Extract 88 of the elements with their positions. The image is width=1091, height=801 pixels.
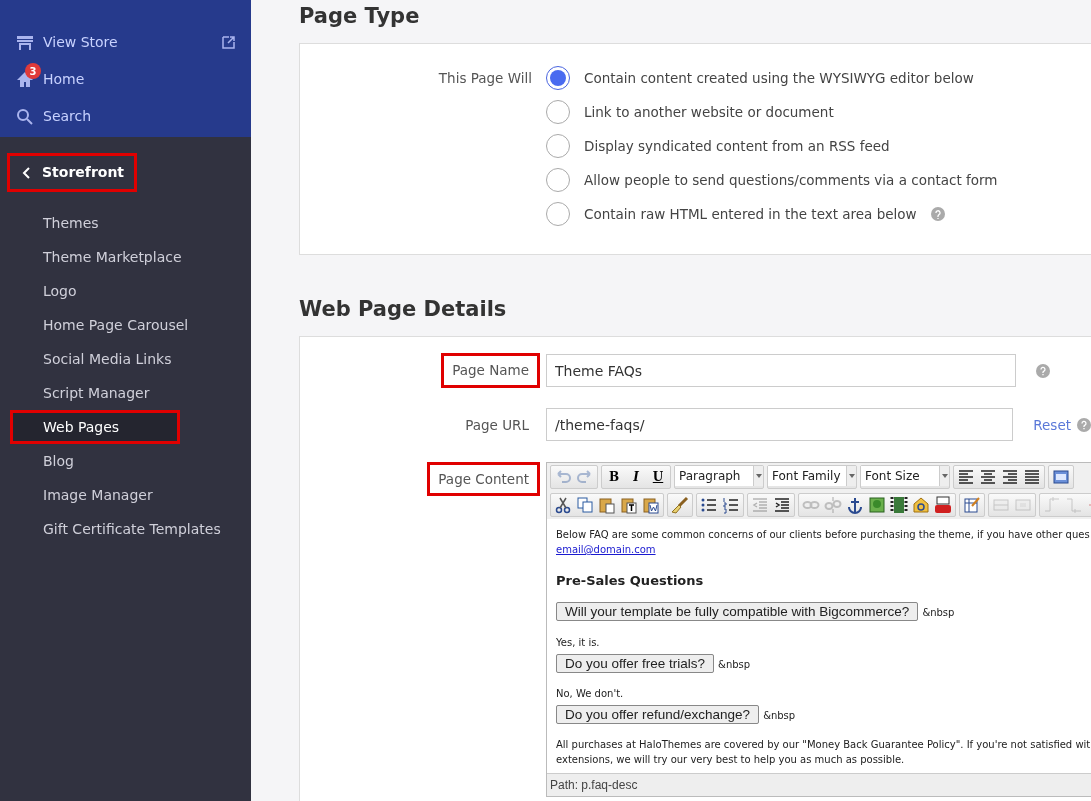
question-button[interactable]: Do you offer refund/exchange? bbox=[556, 704, 760, 724]
question-button[interactable]: Do you offer free trials? bbox=[556, 653, 715, 673]
paste-text-icon bbox=[620, 495, 638, 514]
nbsp-text: &nbsp bbox=[922, 607, 955, 619]
nbsp-text: &nbsp bbox=[763, 709, 796, 721]
notification-badge: 3 bbox=[25, 63, 41, 79]
nav-link-item[interactable]: View Store bbox=[0, 24, 251, 61]
format-button[interactable]: U bbox=[647, 466, 669, 487]
paste-word-icon bbox=[642, 495, 660, 514]
sidebar-item[interactable]: Web Pages bbox=[10, 410, 180, 444]
copy-icon bbox=[576, 495, 594, 514]
nav-label: Home bbox=[43, 70, 85, 89]
option-label: Contain content created using the WYSIWYG editor below bbox=[584, 69, 974, 89]
outdent-icon bbox=[751, 495, 769, 514]
sidebar-item[interactable]: Blog bbox=[0, 444, 251, 478]
nbsp-text: &nbsp bbox=[718, 658, 751, 670]
external-link-icon bbox=[222, 36, 235, 49]
scissors-icon bbox=[554, 495, 572, 514]
paragraph-text: No, We don't. bbox=[556, 686, 625, 701]
numbered-list-icon bbox=[722, 495, 740, 514]
text-input-field[interactable]: Theme FAQs bbox=[546, 354, 1016, 387]
question-button[interactable]: Will your template be fully compatible with Bigcommerce? bbox=[556, 602, 919, 622]
sidebar-item[interactable]: Gift Certificate Templates bbox=[0, 512, 251, 546]
sidebar-item[interactable]: Theme Marketplace bbox=[0, 240, 251, 274]
option-label: Allow people to send questions/comments via a contact form bbox=[584, 171, 998, 191]
reset-link[interactable]: Reset bbox=[1033, 414, 1071, 435]
field-label: Page URL bbox=[464, 415, 530, 435]
media-icon bbox=[912, 495, 930, 514]
field-label: Page Name bbox=[441, 353, 540, 388]
paste-icon bbox=[598, 495, 616, 514]
content-heading: Pre-Sales Questions bbox=[556, 571, 705, 590]
help-icon bbox=[1036, 363, 1050, 378]
search-icon bbox=[16, 107, 34, 126]
sidebar-item[interactable]: Image Manager bbox=[0, 478, 251, 512]
radio-button[interactable] bbox=[546, 134, 570, 159]
indent-icon bbox=[773, 495, 791, 514]
field-label: This Page Will bbox=[437, 69, 532, 89]
text-input-field[interactable]: /theme-faqs/ bbox=[546, 408, 1014, 442]
help-icon bbox=[934, 209, 941, 219]
field-label: Page Content bbox=[427, 461, 540, 497]
insert-row-before-icon bbox=[1043, 495, 1061, 514]
redo-icon bbox=[576, 467, 594, 486]
align-right-icon bbox=[1001, 467, 1019, 486]
nav-label: View Store bbox=[43, 33, 118, 52]
dropdown-select[interactable]: Font Family bbox=[768, 465, 856, 486]
radio-button[interactable] bbox=[546, 66, 570, 91]
store-icon bbox=[16, 33, 34, 52]
unlink-icon bbox=[824, 495, 842, 514]
paragraph-text: Below FAQ are some common concerns of our clients before purchasing the theme, if you have other ques bbox=[556, 528, 1090, 540]
sidebar-item[interactable]: Themes bbox=[0, 206, 251, 240]
option-label: Display syndicated content from an RSS feed bbox=[584, 137, 890, 157]
caret-icon bbox=[941, 473, 948, 478]
format-button[interactable]: I bbox=[625, 466, 647, 487]
paragraph-text: Yes, it is. bbox=[556, 635, 601, 650]
nav-link-item[interactable]: 3 Home bbox=[0, 61, 251, 98]
format-button[interactable]: B bbox=[603, 466, 625, 487]
paragraph-text: All purchases at HaloThemes are covered by our "Money Back Guarantee Policy". If you're not satisfied wit extensions, we will try our very best to help you as much as possible. bbox=[556, 738, 1091, 768]
toolbar-button[interactable] bbox=[888, 494, 910, 515]
section-title: Web Page Details bbox=[299, 296, 508, 324]
editor-path-bar: Path: p.faq-desc bbox=[547, 773, 1091, 797]
sidebar-item[interactable]: Script Manager bbox=[0, 376, 251, 410]
anchor-icon bbox=[846, 495, 864, 514]
option-label: Contain raw HTML entered in the text area below bbox=[584, 205, 917, 225]
radio-button[interactable] bbox=[546, 202, 570, 227]
sidebar-item[interactable]: Logo bbox=[0, 274, 251, 308]
caret-icon bbox=[848, 473, 855, 478]
justify-icon bbox=[1023, 467, 1041, 486]
nav-link-item[interactable]: Search bbox=[0, 98, 251, 135]
back-section-button[interactable]: Storefront bbox=[7, 153, 138, 192]
option-label: Link to another website or document bbox=[584, 103, 834, 123]
dropdown-select[interactable]: Paragraph bbox=[675, 465, 763, 486]
sidebar-item[interactable]: Home Page Carousel bbox=[0, 308, 251, 342]
chevron-left-icon bbox=[22, 166, 30, 179]
nav-label: Search bbox=[43, 107, 92, 126]
align-left-icon bbox=[957, 467, 975, 486]
align-center-icon bbox=[979, 467, 997, 486]
video-icon bbox=[934, 495, 952, 514]
dropdown-select[interactable]: Font Size bbox=[861, 465, 949, 486]
image-icon bbox=[868, 495, 886, 514]
email-link[interactable]: email@domain.com bbox=[556, 543, 656, 555]
sidebar-item[interactable]: Social Media Links bbox=[0, 342, 251, 376]
insert-row-after-icon bbox=[1065, 495, 1083, 514]
radio-button[interactable] bbox=[546, 168, 570, 193]
radio-button[interactable] bbox=[546, 100, 570, 125]
undo-icon bbox=[554, 467, 572, 486]
film-icon bbox=[890, 495, 908, 514]
section-title: Page Type bbox=[299, 3, 421, 30]
caret-icon bbox=[755, 473, 762, 478]
